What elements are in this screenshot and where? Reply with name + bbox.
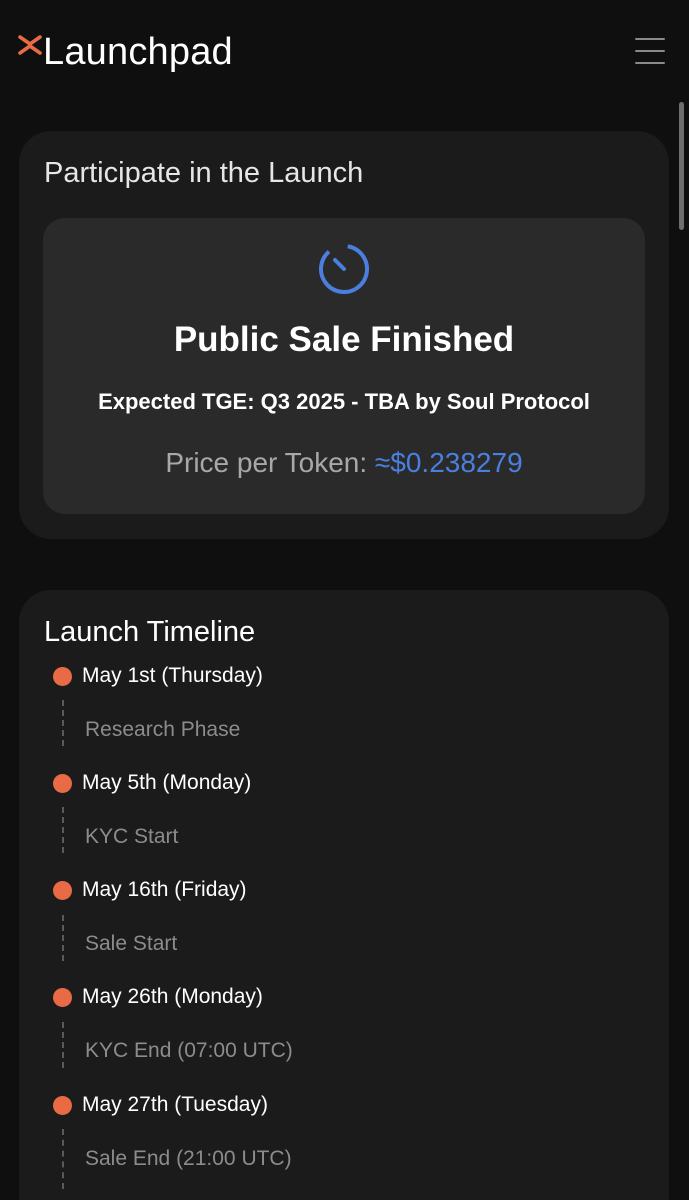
scrollbar[interactable] [679, 102, 684, 230]
timeline-event: KYC Start [85, 825, 179, 848]
page: Launchpad Participate in the Launch Publ… [0, 0, 689, 1200]
timeline-dot [53, 667, 72, 686]
timeline-date: May 27th (Tuesday) [82, 1093, 268, 1116]
timeline-dot [53, 881, 72, 900]
price-value: ≈$0.238279 [374, 447, 523, 478]
timeline-event: Sale End (21:00 UTC) [85, 1147, 292, 1170]
timeline-connector [62, 915, 64, 961]
timeline-date: May 16th (Friday) [82, 878, 247, 901]
header: Launchpad [0, 0, 689, 100]
timeline-event: Sale Start [85, 932, 178, 955]
timeline-event: Research Phase [85, 718, 241, 741]
timeline-connector [62, 1129, 64, 1189]
menu-button[interactable] [632, 36, 668, 66]
timeline-date: May 26th (Monday) [82, 985, 263, 1008]
timer-icon [319, 244, 369, 294]
sale-status-box: Public Sale Finished Expected TGE: Q3 20… [43, 218, 645, 514]
timeline-list: May 1st (Thursday) Research Phase May 5t… [19, 590, 669, 1200]
timeline-connector [62, 700, 64, 746]
timeline-dot [53, 774, 72, 793]
timeline-connector [62, 1022, 64, 1068]
participate-card: Participate in the Launch Public Sale Fi… [19, 131, 669, 539]
timeline-dot [53, 988, 72, 1007]
participate-title: Participate in the Launch [44, 157, 364, 189]
logo-text: Launchpad [43, 31, 233, 73]
timeline-event: KYC End (07:00 UTC) [85, 1039, 293, 1062]
x-mark-icon [18, 35, 42, 55]
timeline-date: May 1st (Thursday) [82, 664, 263, 687]
price-label: Price per Token: [165, 447, 375, 478]
timeline-dot [53, 1096, 72, 1115]
timeline-connector [62, 807, 64, 853]
tge-text: Expected TGE: Q3 2025 - TBA by Soul Prot… [98, 389, 590, 414]
price-line: Price per Token: ≈$0.238279 [43, 447, 645, 479]
timeline-card: Launch Timeline May 1st (Thursday) Resea… [19, 590, 669, 1200]
timeline-date: May 5th (Monday) [82, 771, 252, 794]
logo[interactable]: Launchpad [18, 30, 233, 74]
sale-status: Public Sale Finished [173, 320, 515, 359]
